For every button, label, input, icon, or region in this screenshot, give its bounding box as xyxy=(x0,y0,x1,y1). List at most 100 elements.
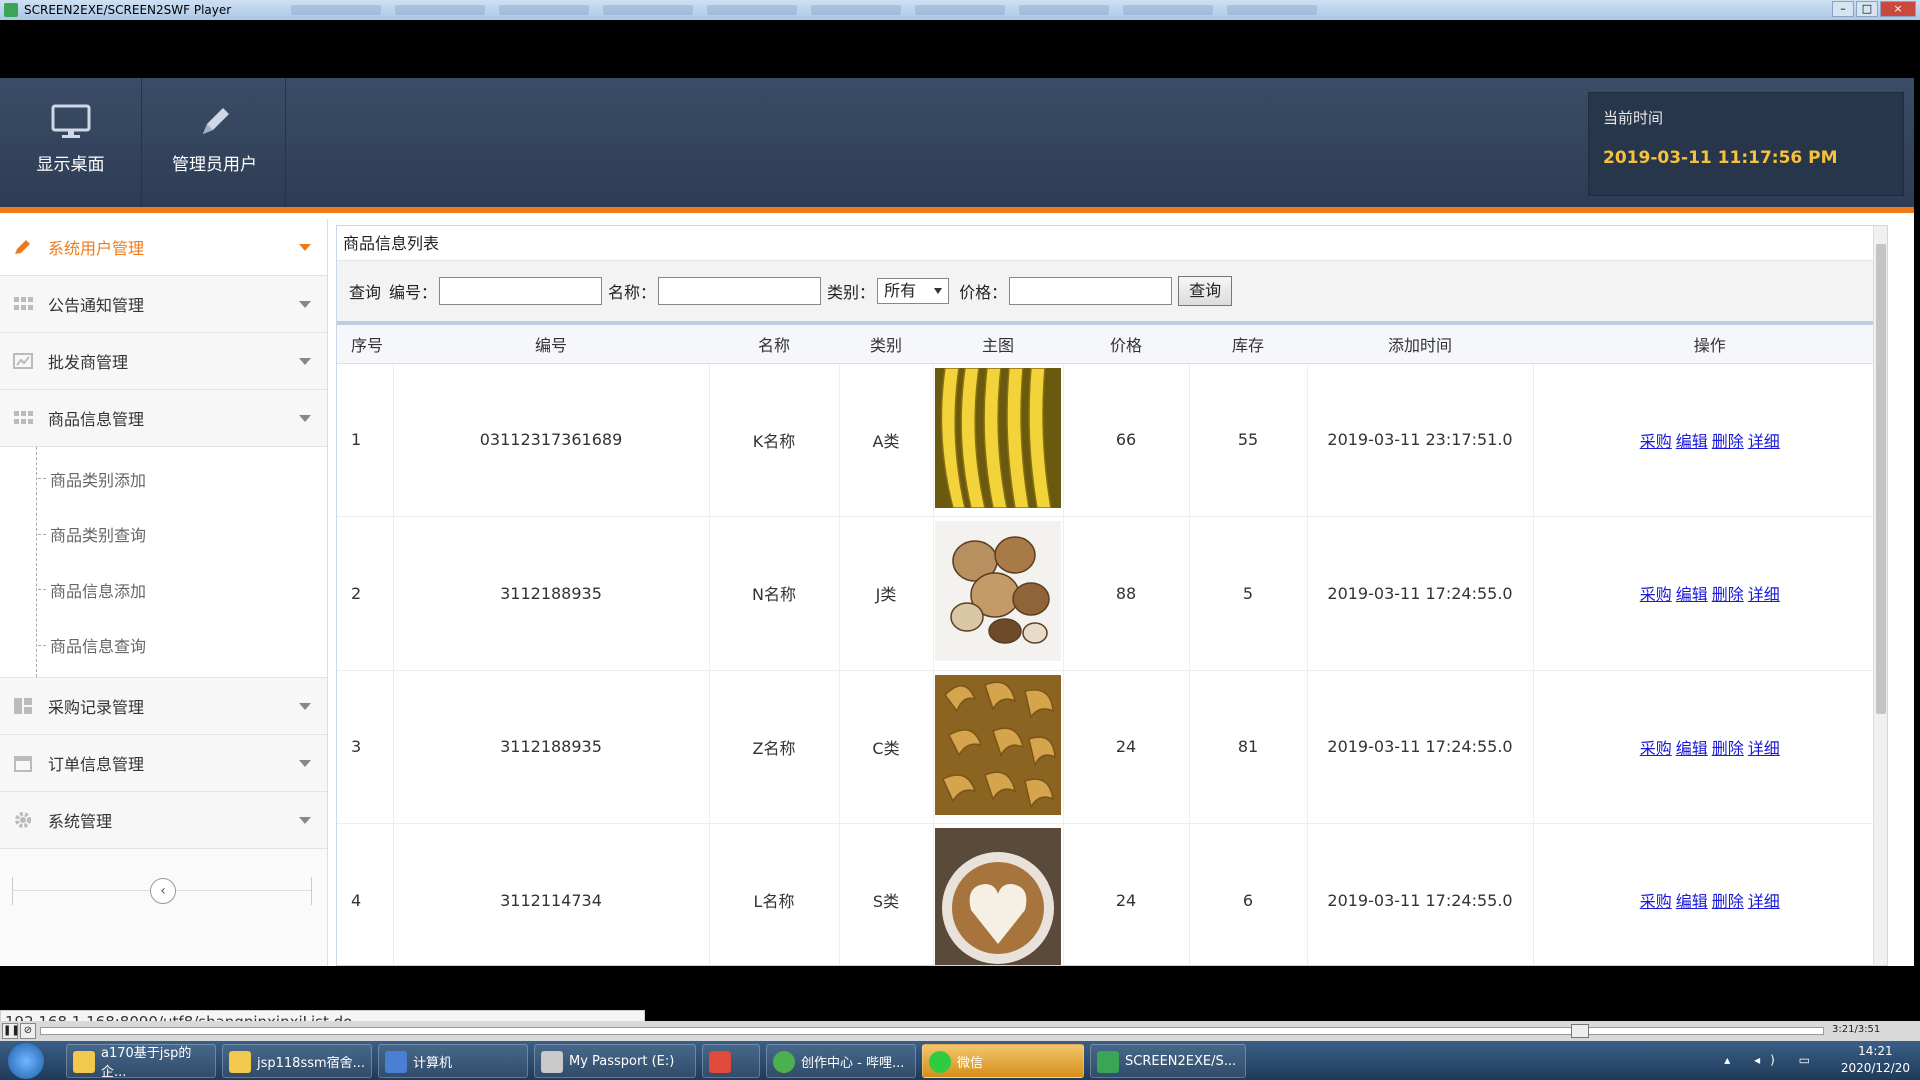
detail-link[interactable]: 详细 xyxy=(1748,739,1780,758)
chevron-down-icon xyxy=(299,760,311,767)
delete-link[interactable]: 删除 xyxy=(1712,739,1744,758)
taskbar-item-label: a170基于jsp的企... xyxy=(101,1046,192,1080)
os-taskbar: a170基于jsp的企... jsp118ssm宿舍... 计算机 My Pas… xyxy=(0,1041,1920,1080)
show-desktop-button[interactable]: 显示桌面 xyxy=(0,78,142,207)
close-button[interactable]: × xyxy=(1880,1,1916,17)
taskbar-item[interactable]: 创作中心 - 哔哩... xyxy=(766,1044,916,1078)
code-input[interactable] xyxy=(439,277,603,305)
sidebar-item-purchases[interactable]: 采购记录管理 xyxy=(0,678,327,735)
col-header: 序号 xyxy=(337,325,393,364)
stop-button[interactable]: ⊘ xyxy=(20,1023,36,1039)
name-input[interactable] xyxy=(658,277,822,305)
sidebar-item-label: 批发商管理 xyxy=(48,353,129,372)
detail-link[interactable]: 详细 xyxy=(1748,892,1780,911)
edit-link[interactable]: 编辑 xyxy=(1676,892,1708,911)
cell-actions: 采购 编辑 删除 详细 xyxy=(1533,363,1887,517)
sidebar-item-label: 订单信息管理 xyxy=(48,755,145,774)
submenu-item-add-product[interactable]: 商品信息添加 xyxy=(0,562,327,618)
sidebar-item-wholesalers[interactable]: 批发商管理 xyxy=(0,333,327,390)
price-input[interactable] xyxy=(1009,277,1173,305)
taskbar-item[interactable]: 微信 xyxy=(922,1044,1084,1078)
cell-price: 66 xyxy=(1063,363,1190,517)
pause-button[interactable]: ❚❚ xyxy=(2,1023,20,1039)
col-header: 类别 xyxy=(839,325,933,364)
submenu-item-query-product[interactable]: 商品信息查询 xyxy=(0,618,327,674)
search-bar: 查询 编号： 名称： 类别： 所有 价格： 查询 xyxy=(337,261,1887,325)
col-header: 价格 xyxy=(1063,325,1189,364)
seek-bar[interactable] xyxy=(40,1027,1824,1035)
delete-link[interactable]: 删除 xyxy=(1712,892,1744,911)
submenu-item-query-category[interactable]: 商品类别查询 xyxy=(0,507,327,563)
cell-category: S类 xyxy=(839,823,934,965)
taskbar-item[interactable]: 计算机 xyxy=(378,1044,528,1078)
taskbar-item[interactable] xyxy=(702,1044,760,1078)
cell-time: 2019-03-11 17:24:55.0 xyxy=(1307,516,1534,671)
detail-link[interactable]: 详细 xyxy=(1748,432,1780,451)
computer-icon xyxy=(385,1051,407,1073)
window-title: SCREEN2EXE/SCREEN2SWF Player xyxy=(24,3,232,17)
show-desktop-label: 显示桌面 xyxy=(36,155,105,175)
system-clock[interactable]: 14:21 2020/12/20 xyxy=(1841,1043,1910,1077)
monitor-icon xyxy=(51,104,90,138)
page-title: 商品信息列表 xyxy=(337,226,1887,261)
sidebar-item-label: 公告通知管理 xyxy=(48,296,145,315)
cell-price: 24 xyxy=(1063,670,1190,824)
cell-category: J类 xyxy=(839,516,934,671)
maximize-button[interactable]: □ xyxy=(1856,1,1878,17)
start-button[interactable] xyxy=(8,1043,44,1079)
edit-link[interactable]: 编辑 xyxy=(1676,739,1708,758)
sidebar-item-system[interactable]: 系统管理 xyxy=(0,792,327,849)
sidebar-item-system-users[interactable]: 系统用户管理 xyxy=(0,219,327,276)
seek-handle[interactable] xyxy=(1571,1024,1589,1038)
cell-name: Z名称 xyxy=(709,670,840,824)
chrome-icon xyxy=(773,1051,795,1073)
search-prefix-label: 查询 xyxy=(349,283,382,302)
calendar-icon xyxy=(14,756,32,772)
taskbar-item[interactable]: SCREEN2EXE/S... xyxy=(1090,1044,1246,1078)
taskbar-item-label: jsp118ssm宿舍... xyxy=(257,1055,366,1071)
scrollbar-thumb[interactable] xyxy=(1876,244,1886,714)
cell-no: 3 xyxy=(337,670,394,824)
sidebar-item-products[interactable]: 商品信息管理 xyxy=(0,390,327,447)
products-table: 序号 编号 名称 类别 主图 价格 库存 添加时间 操作 1 031123173 xyxy=(337,325,1887,965)
current-time-label: 当前时间 xyxy=(1603,109,1664,127)
edit-link[interactable]: 编辑 xyxy=(1676,432,1708,451)
submenu-item-add-category[interactable]: 商品类别添加 xyxy=(0,451,327,507)
category-select-value: 所有 xyxy=(884,281,917,300)
detail-link[interactable]: 详细 xyxy=(1748,585,1780,604)
delete-link[interactable]: 删除 xyxy=(1712,432,1744,451)
system-tray-icons[interactable]: ▴ ◂) ▭ xyxy=(1724,1053,1820,1067)
sidebar-item-notices[interactable]: 公告通知管理 xyxy=(0,276,327,333)
search-button[interactable]: 查询 xyxy=(1178,276,1233,306)
sidebar-item-label: 商品信息管理 xyxy=(48,410,145,429)
cell-no: 1 xyxy=(337,363,394,517)
cell-image xyxy=(933,670,1064,824)
taskbar-item[interactable]: a170基于jsp的企... xyxy=(66,1044,216,1080)
sidebar-collapse-row: ‹ xyxy=(12,875,312,905)
vertical-scrollbar[interactable] xyxy=(1873,226,1887,965)
purchase-link[interactable]: 采购 xyxy=(1640,432,1672,451)
purchase-link[interactable]: 采购 xyxy=(1640,892,1672,911)
taskbar-item[interactable]: jsp118ssm宿舍... xyxy=(222,1044,372,1078)
cell-name: N名称 xyxy=(709,516,840,671)
delete-link[interactable]: 删除 xyxy=(1712,585,1744,604)
chevron-down-icon xyxy=(299,358,311,365)
minimize-button[interactable]: – xyxy=(1832,1,1854,17)
cell-image xyxy=(933,823,1064,965)
taskbar-item[interactable]: My Passport (E:) xyxy=(534,1044,696,1078)
purchase-link[interactable]: 采购 xyxy=(1640,585,1672,604)
cell-time: 2019-03-11 17:24:55.0 xyxy=(1307,670,1534,824)
edit-link[interactable]: 编辑 xyxy=(1676,585,1708,604)
cell-no: 4 xyxy=(337,823,394,965)
cell-category: C类 xyxy=(839,670,934,824)
background-tabs xyxy=(291,5,1318,15)
admin-user-button[interactable]: 管理员用户 xyxy=(144,78,286,207)
collapse-sidebar-button[interactable]: ‹ xyxy=(150,878,176,904)
category-select[interactable]: 所有 xyxy=(877,278,950,304)
purchase-link[interactable]: 采购 xyxy=(1640,739,1672,758)
sidebar-item-orders[interactable]: 订单信息管理 xyxy=(0,735,327,792)
drive-icon xyxy=(541,1051,563,1073)
chart-icon xyxy=(13,353,33,369)
table-row: 1 03112317361689 K名称 A类 66 55 2019-03-11… xyxy=(337,363,1887,517)
table-row: 2 3112188935 N名称 J类 88 5 2019-03-11 17:2… xyxy=(337,516,1887,671)
